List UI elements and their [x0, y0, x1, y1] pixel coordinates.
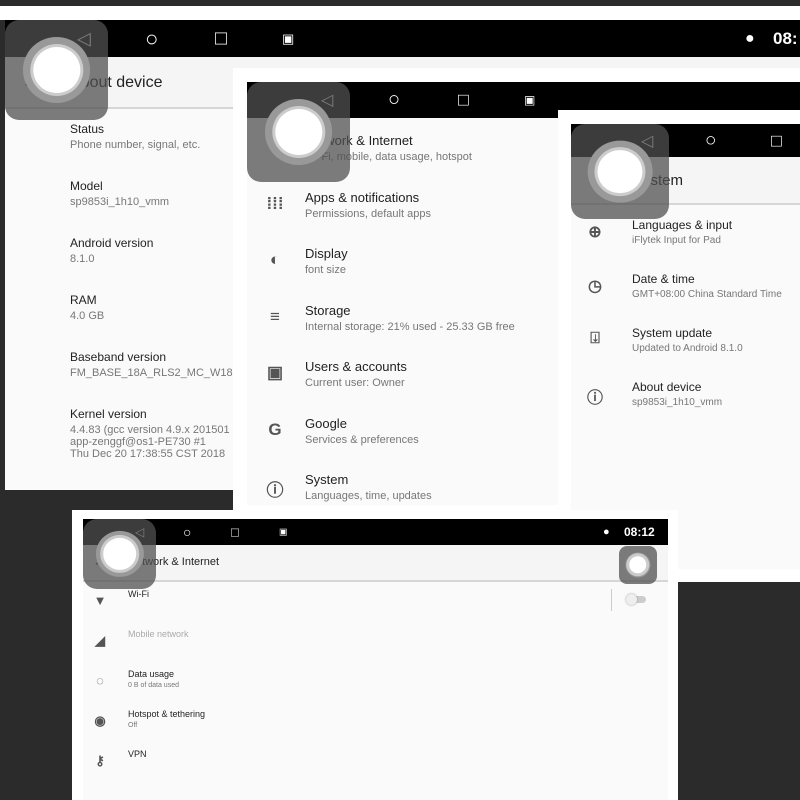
- hotspot-icon: ◉: [94, 713, 106, 728]
- screenshot-icon[interactable]: ▣: [524, 93, 535, 107]
- item-subtitle: Updated to Android 8.1.0: [632, 343, 743, 354]
- home-nav-icon[interactable]: ○: [705, 130, 716, 152]
- list-item[interactable]: Languages & input iFlytek Input for Pad: [632, 218, 732, 246]
- screenshot-icon[interactable]: ▣: [279, 527, 288, 538]
- network-screen: ◁ ○ □ ▣ ● 08:12 ← Network & Internet Wi-…: [83, 519, 668, 800]
- item-title: Users & accounts: [305, 359, 407, 374]
- item-subtitle: 0 B of data used: [128, 682, 179, 689]
- list-item[interactable]: Date & time GMT+08:00 China Standard Time: [632, 272, 782, 300]
- assistive-touch-button[interactable]: [5, 20, 108, 120]
- item-title: About device: [632, 380, 702, 394]
- clock-icon: ◷: [588, 278, 602, 295]
- wifi-toggle-divider: [611, 589, 612, 611]
- list-item-status[interactable]: Status Phone number, signal, etc.: [70, 122, 200, 151]
- list-item[interactable]: System update Updated to Android 8.1.0: [632, 326, 743, 354]
- list-item-android-version[interactable]: Android version 8.1.0: [70, 236, 153, 265]
- app-bar: ← Network & Internet: [83, 545, 668, 582]
- location-icon: ●: [603, 526, 610, 538]
- item-subtitle: font size: [305, 264, 346, 276]
- screenshot-icon[interactable]: ▣: [282, 31, 294, 47]
- assistive-touch-button[interactable]: [571, 124, 669, 219]
- item-title: Google: [305, 415, 347, 431]
- globe-icon: ⊕: [588, 224, 602, 241]
- item-title: Date & time: [632, 272, 695, 286]
- list-item[interactable]: Apps & notifications Permissions, default…: [305, 190, 431, 220]
- list-item[interactable]: About device sp9853i_1h10_vmm: [632, 380, 722, 408]
- item-title: System update: [632, 326, 713, 340]
- list-item[interactable]: Wi-Fi: [128, 589, 149, 602]
- assistive-touch-button[interactable]: [619, 546, 657, 584]
- item-subtitle: Off: [128, 722, 138, 729]
- list-item-ram[interactable]: RAM 4.0 GB: [70, 293, 104, 322]
- info-icon: ⓘ: [586, 390, 603, 407]
- list-item[interactable]: Display font size: [305, 246, 348, 276]
- info-icon: ⓘ: [266, 481, 284, 500]
- brightness-icon: ◐: [269, 250, 281, 269]
- nav-bar: ◁ ○ □ ▣ ● 08:12: [83, 519, 668, 545]
- list-item[interactable]: Hotspot & tethering Off: [128, 709, 205, 729]
- nav-bar: ◁ ○ □ ▣ ● 08:: [5, 20, 800, 57]
- recents-nav-icon[interactable]: □: [231, 525, 239, 540]
- item-subtitle: Internal storage: 21% used - 25.33 GB fr…: [305, 320, 515, 333]
- item-title: Wi-Fi: [128, 589, 149, 599]
- home-nav-icon[interactable]: ○: [388, 89, 400, 112]
- storage-icon: ≡: [270, 306, 280, 326]
- item-subtitle: Permissions, default apps: [305, 207, 431, 220]
- recents-nav-icon[interactable]: □: [771, 130, 782, 151]
- item-title: Storage: [305, 302, 351, 318]
- list-item[interactable]: Mobile network: [128, 629, 189, 642]
- item-title: System: [305, 472, 349, 487]
- item-subtitle: GMT+08:00 China Standard Time: [632, 289, 782, 300]
- home-nav-icon[interactable]: ○: [145, 26, 158, 52]
- wifi-icon: ▼: [93, 593, 107, 608]
- location-icon: ●: [745, 29, 755, 47]
- list-item-kernel[interactable]: Kernel version 4.4.83 (gcc version 4.9.x …: [70, 407, 230, 460]
- list-item[interactable]: Data usage 0 B of data used: [128, 669, 179, 689]
- item-subtitle: iFlytek Input for Pad: [632, 235, 721, 246]
- item-subtitle: Current user: Owner: [305, 377, 405, 389]
- list-item[interactable]: System Languages, time, updates: [305, 472, 432, 502]
- account-icon: ▣: [266, 363, 284, 382]
- item-title: Mobile network: [128, 629, 189, 639]
- list-item[interactable]: Users & accounts Current user: Owner: [305, 359, 407, 389]
- data-usage-icon: ◌: [96, 673, 104, 688]
- item-title: Display: [305, 246, 348, 261]
- item-subtitle: sp9853i_1h10_vmm: [632, 397, 723, 408]
- assistive-touch-button[interactable]: [247, 82, 350, 182]
- apps-grid-icon: ⁞⁞⁞: [266, 193, 284, 213]
- recents-nav-icon[interactable]: □: [458, 90, 469, 111]
- wifi-toggle[interactable]: [626, 594, 646, 605]
- list-item[interactable]: Storage Internal storage: 21% used - 25.3…: [305, 303, 515, 333]
- assistive-touch-button[interactable]: [83, 519, 156, 589]
- mobile-signal-icon: ◢: [95, 633, 105, 648]
- item-subtitle: Languages, time, updates: [305, 490, 432, 502]
- item-title: Languages & input: [632, 218, 733, 232]
- item-title: Apps & notifications: [305, 189, 420, 205]
- clock-time: 08:12: [624, 525, 655, 539]
- list-item[interactable]: Google Services & preferences: [305, 416, 419, 446]
- background-strip: [0, 6, 800, 20]
- clock-time: 08:: [773, 28, 798, 48]
- system-update-icon: ⍗: [590, 330, 600, 347]
- google-icon: G: [268, 419, 282, 439]
- list-item[interactable]: VPN: [128, 749, 147, 762]
- list-item-model[interactable]: Model sp9853i_1h10_vmm: [70, 179, 169, 208]
- item-title: VPN: [128, 749, 147, 759]
- item-subtitle: Services & preferences: [305, 433, 419, 446]
- list-item-baseband[interactable]: Baseband version FM_BASE_18A_RLS2_MC_W18.…: [70, 350, 242, 379]
- vpn-key-icon: ⚷: [95, 753, 105, 768]
- item-title: Hotspot & tethering: [128, 709, 206, 719]
- item-title: Data usage: [128, 669, 175, 679]
- home-nav-icon[interactable]: ○: [183, 524, 191, 540]
- recents-nav-icon[interactable]: □: [215, 27, 227, 50]
